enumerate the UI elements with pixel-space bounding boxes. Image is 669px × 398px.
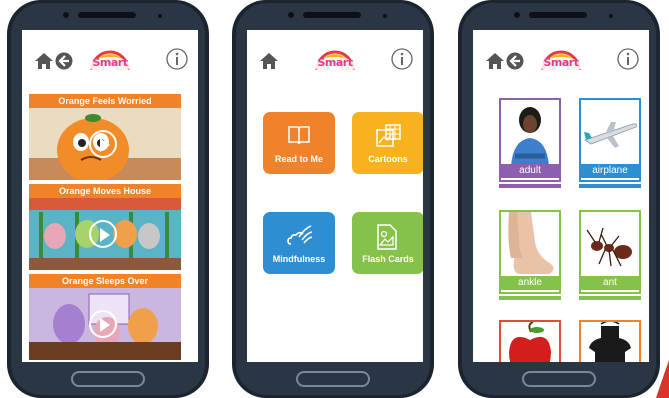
info-icon[interactable] bbox=[617, 48, 639, 70]
play-icon[interactable] bbox=[89, 130, 117, 158]
logo-text: Smart bbox=[317, 56, 354, 69]
top-bar: Smart bbox=[473, 30, 649, 82]
card-underline bbox=[579, 184, 641, 188]
logo-text: Smart bbox=[92, 56, 129, 69]
wind-cloud-icon bbox=[287, 225, 313, 245]
card-label: adult bbox=[501, 164, 559, 178]
phone-cartoons: Smart Orange Feels Worried Orange Moves … bbox=[5, 0, 211, 398]
flash-card-ant[interactable]: ant bbox=[579, 210, 641, 294]
book-icon bbox=[288, 126, 310, 145]
flash-card-apple[interactable] bbox=[499, 320, 561, 362]
smart-logo: Smart bbox=[539, 44, 583, 78]
read-to-me-button[interactable]: Read to Me bbox=[263, 112, 335, 174]
film-icon bbox=[376, 124, 401, 147]
tile-label: Cartoons bbox=[368, 154, 408, 164]
flash-card-ankle[interactable]: ankle bbox=[499, 210, 561, 294]
flashcards-screen: Smart adult airplane ankle ant bbox=[473, 30, 649, 362]
home-icon[interactable] bbox=[34, 52, 54, 70]
flash-card-apron[interactable] bbox=[579, 320, 641, 362]
play-icon[interactable] bbox=[89, 310, 117, 338]
video-card[interactable]: Orange Sleeps Over bbox=[29, 274, 181, 360]
card-underline bbox=[499, 184, 561, 188]
card-label: ant bbox=[581, 276, 639, 290]
adult-image bbox=[501, 100, 559, 166]
menu-screen: Smart Read to Me Cartoons Mindfulness Fl… bbox=[247, 30, 423, 362]
ant-image bbox=[581, 212, 639, 278]
card-label: ankle bbox=[501, 276, 559, 290]
card-underline bbox=[499, 296, 561, 300]
apple-image bbox=[501, 321, 559, 362]
flash-card-adult[interactable]: adult bbox=[499, 98, 561, 182]
mindfulness-button[interactable]: Mindfulness bbox=[263, 212, 335, 274]
airplane-image bbox=[581, 100, 639, 166]
corner-decoration bbox=[656, 360, 669, 398]
video-thumbnail[interactable] bbox=[29, 288, 181, 360]
phone-flashcards: Smart adult airplane ankle ant bbox=[456, 0, 662, 398]
ankle-image bbox=[501, 212, 559, 278]
top-bar: Smart bbox=[247, 30, 423, 82]
info-icon[interactable] bbox=[391, 48, 413, 70]
cartoons-screen: Smart Orange Feels Worried Orange Moves … bbox=[22, 30, 198, 362]
flash-cards-button[interactable]: Flash Cards bbox=[352, 212, 423, 274]
card-image-icon bbox=[377, 224, 397, 250]
tile-label: Flash Cards bbox=[362, 254, 414, 264]
smart-logo: Smart bbox=[88, 44, 132, 78]
card-label: airplane bbox=[581, 164, 639, 178]
video-thumbnail[interactable] bbox=[29, 108, 181, 180]
apron-image bbox=[581, 320, 639, 362]
home-icon[interactable] bbox=[259, 52, 279, 70]
video-title: Orange Sleeps Over bbox=[29, 274, 181, 288]
play-icon[interactable] bbox=[89, 220, 117, 248]
back-icon[interactable] bbox=[55, 52, 73, 70]
home-icon[interactable] bbox=[485, 52, 505, 70]
card-underline bbox=[579, 296, 641, 300]
video-thumbnail[interactable] bbox=[29, 198, 181, 270]
info-icon[interactable] bbox=[166, 48, 188, 70]
video-card[interactable]: Orange Feels Worried bbox=[29, 94, 181, 180]
video-card[interactable]: Orange Moves House bbox=[29, 184, 181, 270]
video-title: Orange Feels Worried bbox=[29, 94, 181, 108]
tile-label: Mindfulness bbox=[272, 254, 326, 264]
video-title: Orange Moves House bbox=[29, 184, 181, 198]
flash-card-airplane[interactable]: airplane bbox=[579, 98, 641, 182]
phone-menu: Smart Read to Me Cartoons Mindfulness Fl… bbox=[230, 0, 436, 398]
back-icon[interactable] bbox=[506, 52, 524, 70]
tile-label: Read to Me bbox=[274, 154, 323, 164]
logo-text: Smart bbox=[543, 56, 580, 69]
top-bar: Smart bbox=[22, 30, 198, 82]
smart-logo: Smart bbox=[313, 44, 357, 78]
cartoons-button[interactable]: Cartoons bbox=[352, 112, 423, 174]
